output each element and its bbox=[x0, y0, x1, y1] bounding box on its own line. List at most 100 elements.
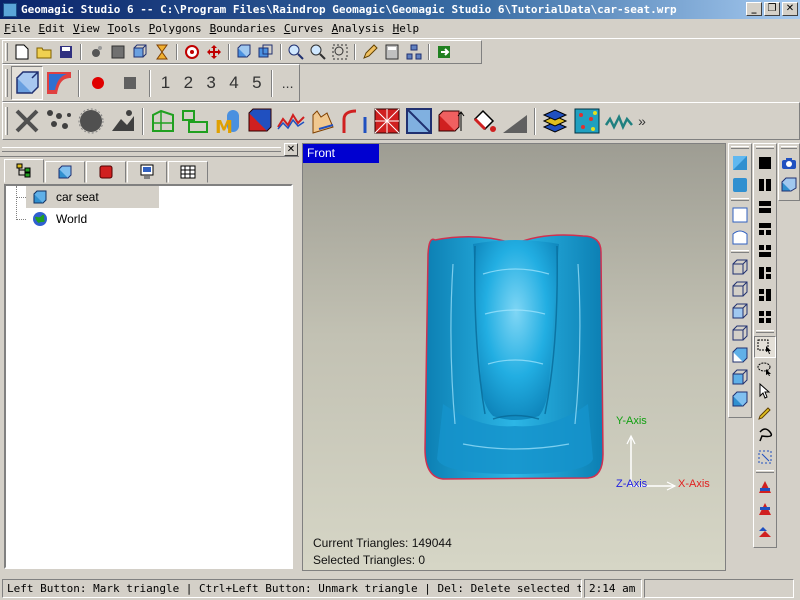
menu-boundaries[interactable]: Boundaries bbox=[206, 22, 280, 35]
tree-item-car-seat[interactable]: car seat bbox=[26, 186, 159, 208]
select-brush-icon[interactable] bbox=[754, 402, 776, 424]
view-cube-7-icon[interactable] bbox=[729, 388, 751, 410]
menu-analysis[interactable]: Analysis bbox=[328, 22, 389, 35]
select-rect-icon[interactable] bbox=[754, 336, 776, 358]
tree-item-world[interactable]: World bbox=[26, 208, 87, 230]
tab-red-object[interactable] bbox=[86, 161, 126, 183]
hourglass-icon[interactable] bbox=[151, 42, 173, 62]
layout-three-a-icon[interactable] bbox=[754, 218, 776, 240]
calculator-icon[interactable] bbox=[381, 42, 403, 62]
shaded-blue-icon[interactable] bbox=[729, 152, 751, 174]
view-cube-1-icon[interactable] bbox=[729, 256, 751, 278]
green-grid-icon[interactable] bbox=[147, 104, 179, 138]
shape-phase-icon[interactable] bbox=[43, 66, 75, 100]
move-arrows-icon[interactable] bbox=[203, 42, 225, 62]
macro-2-button[interactable]: 2 bbox=[177, 73, 200, 93]
menu-edit[interactable]: Edit bbox=[35, 22, 70, 35]
layout-quad-icon[interactable] bbox=[754, 306, 776, 328]
outline-square-icon[interactable] bbox=[729, 204, 751, 226]
panel-close-button[interactable]: ✕ bbox=[284, 143, 298, 156]
layout-three-b-icon[interactable] bbox=[754, 240, 776, 262]
layout-three-c-icon[interactable] bbox=[754, 262, 776, 284]
noise-reduce-icon[interactable] bbox=[75, 104, 107, 138]
tab-table[interactable] bbox=[168, 161, 208, 183]
target-icon[interactable] bbox=[181, 42, 203, 62]
zoom-icon[interactable] bbox=[307, 42, 329, 62]
restore-button[interactable]: ❐ bbox=[764, 2, 780, 16]
more-macros-button[interactable]: ... bbox=[276, 75, 299, 91]
green-boxes-icon[interactable] bbox=[179, 104, 211, 138]
view-copy-icon[interactable] bbox=[778, 174, 800, 196]
view-cube-6-icon[interactable] bbox=[729, 366, 751, 388]
gray-square-icon[interactable] bbox=[107, 42, 129, 62]
red-tool-1-icon[interactable] bbox=[754, 476, 776, 498]
layout-single-icon[interactable] bbox=[754, 152, 776, 174]
3d-viewport[interactable]: Front Y-Axis Z-Axis X-Axis Current Trian… bbox=[302, 143, 726, 571]
view-cube-2-icon[interactable] bbox=[729, 278, 751, 300]
paint-bucket-icon[interactable] bbox=[467, 104, 499, 138]
hand-smooth-icon[interactable] bbox=[307, 104, 339, 138]
select-lasso-free-icon[interactable] bbox=[754, 424, 776, 446]
record-icon[interactable] bbox=[83, 66, 115, 100]
menu-file[interactable]: File bbox=[0, 22, 35, 35]
close-button[interactable]: ✕ bbox=[782, 2, 798, 16]
select-region-icon[interactable] bbox=[754, 446, 776, 468]
open-folder-icon[interactable] bbox=[33, 42, 55, 62]
tab-model-tree[interactable] bbox=[4, 159, 44, 183]
view-cube-3-icon[interactable] bbox=[729, 300, 751, 322]
layout-split-h-icon[interactable] bbox=[754, 196, 776, 218]
view-cube-4-icon[interactable] bbox=[729, 322, 751, 344]
new-file-icon[interactable] bbox=[11, 42, 33, 62]
select-pointer-icon[interactable] bbox=[754, 380, 776, 402]
menu-tools[interactable]: Tools bbox=[104, 22, 145, 35]
layout-three-d-icon[interactable] bbox=[754, 284, 776, 306]
red-grid-box-icon[interactable] bbox=[371, 104, 403, 138]
menu-polygons[interactable]: Polygons bbox=[145, 22, 206, 35]
macro-1-button[interactable]: 1 bbox=[154, 73, 177, 93]
tab-display[interactable] bbox=[127, 161, 167, 183]
wire-cube-icon[interactable] bbox=[129, 42, 151, 62]
macro-4-button[interactable]: 4 bbox=[223, 73, 246, 93]
camera-icon[interactable] bbox=[778, 152, 800, 174]
zoom-in-icon[interactable] bbox=[285, 42, 307, 62]
waveform-icon[interactable] bbox=[275, 104, 307, 138]
more-tools-button[interactable]: » bbox=[635, 113, 649, 129]
pencil-icon[interactable] bbox=[359, 42, 381, 62]
sample-icon[interactable] bbox=[107, 104, 139, 138]
rounded-outline-icon[interactable] bbox=[729, 226, 751, 248]
macro-5-button[interactable]: 5 bbox=[245, 73, 268, 93]
points-gear-icon[interactable] bbox=[85, 42, 107, 62]
copy-view-icon[interactable] bbox=[255, 42, 277, 62]
fill-holes-icon[interactable] bbox=[243, 104, 275, 138]
polygon-phase-icon[interactable] bbox=[11, 66, 43, 100]
network-icon[interactable] bbox=[403, 42, 425, 62]
ramp-icon[interactable] bbox=[499, 104, 531, 138]
manifold-m-icon[interactable]: M bbox=[211, 104, 243, 138]
triangulate-icon[interactable] bbox=[403, 104, 435, 138]
menu-help[interactable]: Help bbox=[389, 22, 424, 35]
menu-view[interactable]: View bbox=[69, 22, 104, 35]
tab-cube-view[interactable] bbox=[45, 161, 85, 183]
save-icon[interactable] bbox=[55, 42, 77, 62]
delete-x-icon[interactable] bbox=[11, 104, 43, 138]
select-lasso-icon[interactable] bbox=[754, 358, 776, 380]
red-tool-3-icon[interactable] bbox=[754, 520, 776, 542]
deviation-grid-icon[interactable] bbox=[571, 104, 603, 138]
layout-split-v-icon[interactable] bbox=[754, 174, 776, 196]
stop-icon[interactable] bbox=[114, 66, 146, 100]
cube-view-icon[interactable] bbox=[233, 42, 255, 62]
svg-text:M: M bbox=[215, 117, 233, 135]
points-scatter-icon[interactable] bbox=[43, 104, 75, 138]
layers-icon[interactable] bbox=[539, 104, 571, 138]
curvature-wave-icon[interactable] bbox=[603, 104, 635, 138]
menu-curves[interactable]: Curves bbox=[280, 22, 328, 35]
minimize-button[interactable]: _ bbox=[746, 2, 762, 16]
flat-blue-icon[interactable] bbox=[729, 174, 751, 196]
zoom-fit-icon[interactable] bbox=[329, 42, 351, 62]
red-tool-2-icon[interactable] bbox=[754, 498, 776, 520]
view-cube-5-icon[interactable] bbox=[729, 344, 751, 366]
red-cube-up-icon[interactable] bbox=[435, 104, 467, 138]
curve-tool-icon[interactable] bbox=[339, 104, 371, 138]
exit-icon[interactable] bbox=[433, 42, 455, 62]
macro-3-button[interactable]: 3 bbox=[200, 73, 223, 93]
